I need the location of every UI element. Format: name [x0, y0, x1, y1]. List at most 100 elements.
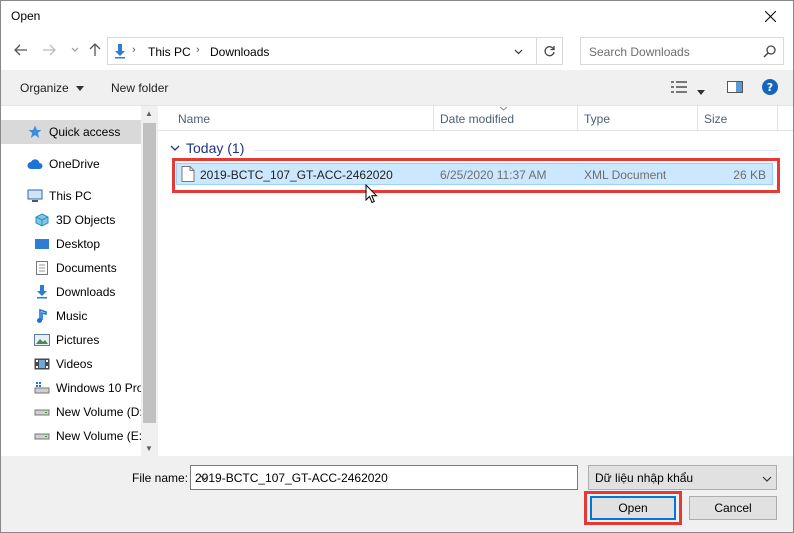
nav-item-downloads[interactable]: Downloads — [1, 280, 141, 304]
search-box[interactable]: Search Downloads — [580, 37, 784, 65]
scrollbar-thumb[interactable] — [143, 123, 156, 423]
mouse-cursor-icon — [365, 184, 378, 204]
caret-down-icon — [76, 86, 85, 92]
nav-item-documents[interactable]: Documents — [1, 256, 141, 280]
drive-icon — [34, 380, 50, 396]
address-bar[interactable]: › This PC › Downloads — [107, 37, 563, 65]
navigation-pane: Quick access OneDrive This PC 3D Objects… — [1, 106, 158, 456]
group-label: Today (1) — [186, 140, 245, 156]
download-icon — [34, 284, 50, 300]
preview-pane-button[interactable] — [727, 80, 743, 97]
breadcrumb-this-pc[interactable]: This PC — [148, 45, 191, 59]
organize-label: Organize — [20, 81, 69, 95]
view-options-button[interactable] — [671, 80, 687, 97]
computer-icon — [27, 188, 43, 204]
file-type-select[interactable]: Dữ liệu nhập khẩu — [588, 465, 777, 490]
music-icon — [34, 308, 50, 324]
file-highlight-box — [172, 158, 780, 193]
nav-item-label: New Volume (E:) — [56, 429, 141, 443]
open-file-dialog: Open › This PC › Downloads Search Downlo… — [0, 0, 794, 533]
chevron-down-icon — [170, 145, 180, 151]
arrow-left-icon — [14, 44, 27, 56]
cube-icon — [34, 212, 50, 228]
details-view-icon — [671, 81, 687, 93]
preview-pane-icon — [727, 81, 743, 93]
nav-item-this-pc[interactable]: This PC — [1, 184, 141, 208]
video-icon — [34, 356, 50, 372]
drive-icon — [34, 404, 50, 420]
column-name[interactable]: Name — [172, 106, 434, 131]
column-size[interactable]: Size — [698, 106, 778, 131]
nav-item-label: Music — [56, 309, 88, 323]
chevron-down-icon — [762, 476, 772, 482]
document-icon — [34, 260, 50, 276]
nav-item-label: Downloads — [56, 285, 116, 299]
scroll-up-icon[interactable]: ▲ — [145, 109, 153, 118]
cloud-icon — [27, 156, 43, 172]
address-dropdown-button[interactable] — [509, 44, 527, 60]
nav-item-quick-access[interactable]: Quick access — [1, 120, 141, 144]
arrow-up-icon — [89, 43, 101, 56]
search-icon — [763, 44, 777, 61]
forward-button[interactable] — [41, 42, 57, 58]
breadcrumb-downloads[interactable]: Downloads — [210, 45, 269, 59]
window-title: Open — [11, 9, 41, 23]
nav-item-3d-objects[interactable]: 3D Objects — [1, 208, 141, 232]
nav-item-label: Quick access — [49, 125, 121, 139]
close-button[interactable] — [747, 1, 793, 32]
chevron-down-icon — [200, 475, 208, 480]
chevron-down-icon — [71, 47, 79, 52]
command-bar: Organize New folder ? — [1, 70, 793, 106]
nav-item-desktop[interactable]: Desktop — [1, 232, 141, 256]
svg-text:?: ? — [767, 81, 773, 94]
chevron-down-icon — [514, 49, 522, 55]
nav-item-label: OneDrive — [49, 157, 100, 171]
caret-down-icon — [697, 90, 705, 95]
view-dropdown-button[interactable] — [697, 84, 705, 98]
breadcrumb-separator: › — [196, 44, 200, 56]
up-button[interactable] — [87, 42, 103, 58]
nav-item-label: Windows 10 Pro — [56, 381, 141, 395]
breadcrumb-separator: › — [132, 44, 136, 56]
file-type-value: Dữ liệu nhập khẩu — [595, 471, 694, 485]
nav-item-windows-10-pro[interactable]: Windows 10 Pro — [1, 376, 141, 400]
nav-pane-scrollbar[interactable]: ▲ ▼ — [141, 106, 158, 456]
recent-locations-button[interactable] — [67, 42, 83, 58]
desktop-icon — [34, 236, 50, 252]
new-folder-button[interactable]: New folder — [111, 81, 168, 95]
nav-item-new-volume-d[interactable]: New Volume (D: — [1, 400, 141, 424]
scroll-down-icon[interactable]: ▼ — [145, 444, 153, 453]
refresh-icon — [544, 45, 555, 56]
back-button[interactable] — [13, 42, 29, 58]
nav-item-new-volume-e[interactable]: New Volume (E:) — [1, 424, 141, 448]
file-name-label: File name: — [132, 471, 189, 485]
nav-item-videos[interactable]: Videos — [1, 352, 141, 376]
help-button[interactable]: ? — [762, 79, 778, 98]
column-type[interactable]: Type — [578, 106, 698, 131]
file-name-dropdown-button[interactable] — [195, 466, 213, 489]
nav-item-label: Documents — [56, 261, 117, 275]
nav-item-music[interactable]: Music — [1, 304, 141, 328]
nav-item-label: This PC — [49, 189, 92, 203]
sort-indicator-icon — [499, 106, 508, 111]
nav-item-label: Pictures — [56, 333, 100, 347]
nav-item-onedrive[interactable]: OneDrive — [1, 152, 141, 176]
organize-button[interactable]: Organize — [20, 81, 85, 95]
title-bar: Open — [1, 1, 793, 32]
refresh-button[interactable] — [536, 38, 562, 64]
star-icon — [27, 124, 43, 140]
file-name-input[interactable]: 2019-BCTC_107_GT-ACC-2462020 — [190, 465, 578, 490]
group-divider — [254, 150, 779, 151]
drive-icon — [34, 428, 50, 444]
nav-item-pictures[interactable]: Pictures — [1, 328, 141, 352]
cancel-button[interactable]: Cancel — [689, 496, 777, 520]
group-header-today[interactable]: Today (1) — [170, 140, 244, 156]
close-icon — [764, 11, 776, 22]
nav-item-label: 3D Objects — [56, 213, 116, 227]
pictures-icon — [34, 332, 50, 348]
navigation-bar: › This PC › Downloads Search Downloads — [1, 32, 793, 70]
open-button-highlight-box — [584, 491, 682, 525]
download-icon — [112, 43, 128, 62]
nav-item-label: Desktop — [56, 237, 101, 251]
column-header: Name Date modified Type Size — [158, 106, 793, 131]
